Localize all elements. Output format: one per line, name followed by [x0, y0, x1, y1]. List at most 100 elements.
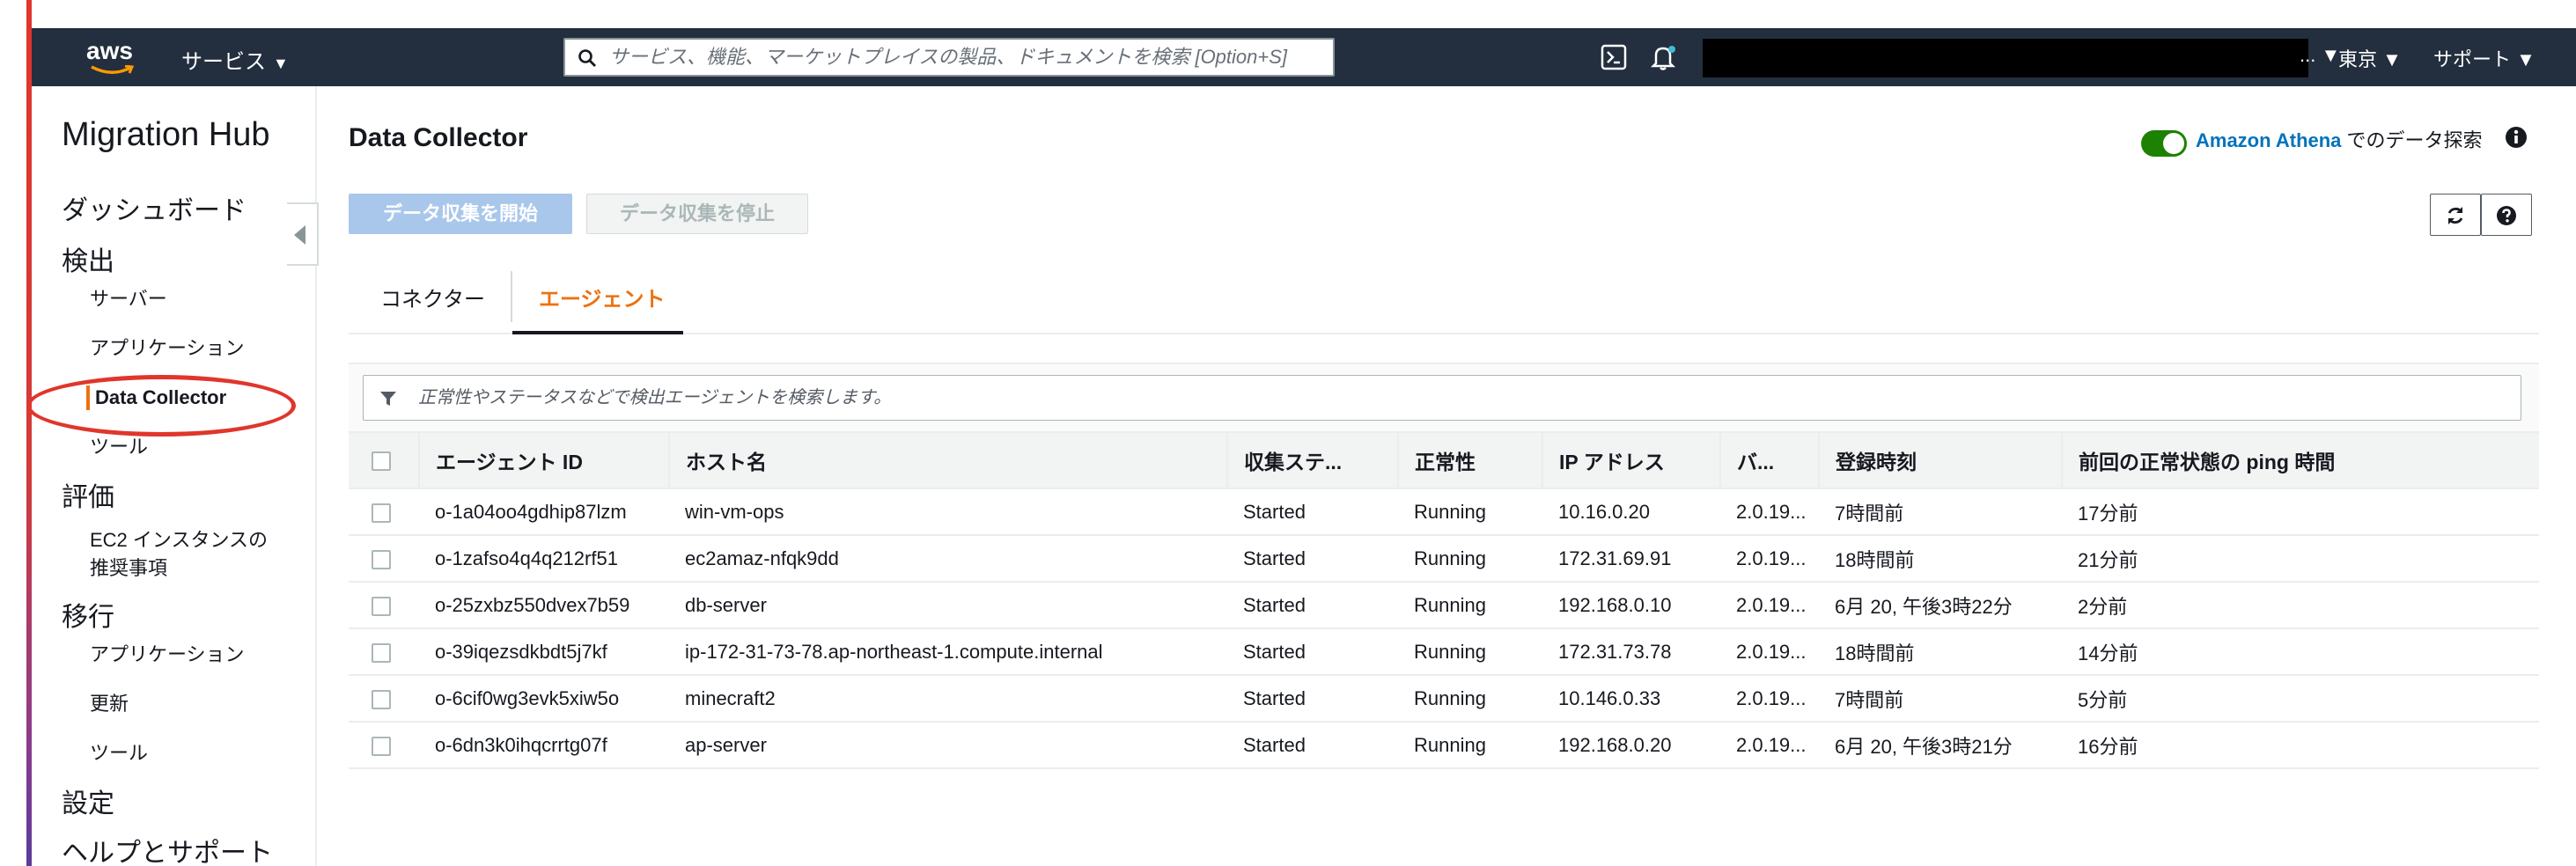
global-search[interactable] — [563, 38, 1335, 77]
sidebar-item-ec2-recommendations-line2[interactable]: 推奨事項 — [90, 554, 167, 583]
sidebar-item-help-support[interactable]: ヘルプとサポート — [62, 831, 273, 866]
sidebar-item-dashboard[interactable]: ダッシュボード — [62, 188, 247, 227]
row-checkbox-cell — [349, 488, 419, 535]
sidebar-collapse-button[interactable] — [287, 202, 319, 266]
cell-agent-id: o-25zxbz550dvex7b59 — [435, 593, 630, 616]
tab-agents[interactable]: エージェント — [539, 282, 666, 312]
cell-collection-status: Started — [1243, 547, 1306, 569]
cell-registered-time: 7時間前 — [1835, 502, 1904, 525]
row-checkbox[interactable] — [372, 689, 391, 709]
cell-health: Running — [1414, 593, 1486, 616]
sidebar-item-discover-tools[interactable]: ツール — [90, 433, 148, 461]
sidebar-title: Migration Hub — [62, 116, 270, 153]
support-menu[interactable]: サポート ▼ — [2433, 44, 2536, 72]
cell-hostname: ap-server — [685, 733, 767, 756]
cell-agent-id: o-6cif0wg3evk5xiw5o — [435, 686, 620, 709]
table-row[interactable]: o-1zafso4q4q212rf51 ec2amaz-nfqk9dd Star… — [349, 535, 2539, 582]
sidebar-item-applications[interactable]: アプリケーション — [90, 334, 245, 363]
account-menu-caret[interactable]: ... ▼ — [2300, 44, 2340, 67]
sidebar-heading-migrate: 移行 — [62, 603, 114, 632]
cell-collection-status: Started — [1243, 686, 1306, 709]
refresh-button[interactable] — [2430, 194, 2481, 236]
cell-last-ping: 17分前 — [2078, 502, 2138, 525]
agent-filter-input[interactable] — [418, 383, 2496, 413]
row-checkbox[interactable] — [372, 549, 391, 569]
cell-ip-address: 10.16.0.20 — [1558, 500, 1650, 523]
tab-connectors[interactable]: コネクター — [380, 282, 485, 312]
sidebar-item-migrate-applications[interactable]: アプリケーション — [90, 641, 245, 669]
cell-hostname: ip-172-31-73-78.ap-northeast-1.compute.i… — [685, 640, 1103, 663]
notifications-bell-icon[interactable] — [1648, 42, 1678, 72]
column-header-hostname[interactable]: ホスト名 — [669, 431, 1228, 489]
column-header-agent-id[interactable]: エージェント ID — [419, 431, 670, 489]
select-all-checkbox[interactable] — [372, 451, 391, 472]
sidebar-item-data-collector[interactable]: Data Collector — [85, 384, 226, 412]
row-checkbox[interactable] — [372, 736, 391, 756]
table-row[interactable]: o-6dn3k0ihqcrrtg07f ap-server Started Ru… — [349, 722, 2539, 768]
sidebar-item-updates[interactable]: 更新 — [90, 690, 129, 718]
sidebar-item-ec2-recommendations-line1[interactable]: EC2 インスタンスの — [90, 526, 268, 554]
cell-collection-status: Started — [1243, 640, 1306, 663]
frame-top — [0, 0, 2576, 28]
filter-icon — [380, 392, 396, 406]
help-button[interactable] — [2481, 194, 2532, 236]
info-icon[interactable] — [2504, 125, 2528, 150]
cell-version: 2.0.19... — [1736, 547, 1807, 569]
agents-table: エージェント ID ホスト名 収集ステ... 正常性 IP アドレス バ... … — [349, 431, 2539, 769]
cell-health: Running — [1414, 500, 1486, 523]
table-row[interactable]: o-39iqezsdkbdt5j7kf ip-172-31-73-78.ap-n… — [349, 628, 2539, 675]
collapse-left-icon — [294, 225, 305, 245]
services-menu[interactable]: サービス ▼ — [181, 44, 289, 75]
row-checkbox[interactable] — [372, 503, 391, 523]
athena-link[interactable]: Amazon Athena — [2196, 129, 2341, 151]
column-header-registered-time[interactable]: 登録時刻 — [1819, 431, 2063, 489]
stop-data-collection-button[interactable]: データ収集を停止 — [586, 194, 808, 234]
column-header-last-ping[interactable]: 前回の正常状態の ping 時間 — [2062, 431, 2539, 489]
table-row[interactable]: o-6cif0wg3evk5xiw5o minecraft2 Started R… — [349, 675, 2539, 722]
cell-agent-id: o-6dn3k0ihqcrrtg07f — [435, 733, 607, 756]
tab-bar: コネクター エージェント — [349, 261, 2539, 334]
sidebar-heading-assess: 評価 — [62, 483, 114, 512]
cell-health: Running — [1414, 733, 1486, 756]
column-header-version[interactable]: バ... — [1720, 431, 1820, 489]
search-input[interactable] — [609, 43, 1322, 71]
aws-smile-icon — [91, 65, 134, 74]
athena-suffix: でのデータ探索 — [2341, 129, 2483, 151]
account-name-redacted[interactable] — [1703, 39, 2308, 77]
cell-agent-id: o-1zafso4q4q212rf51 — [435, 547, 618, 569]
row-checkbox[interactable] — [372, 642, 391, 663]
table-row[interactable]: o-1a04oo4gdhip87lzm win-vm-ops Started R… — [349, 488, 2539, 535]
aws-logo-text: aws — [86, 37, 133, 64]
column-header-health[interactable]: 正常性 — [1398, 431, 1543, 489]
athena-label: Amazon Athena でのデータ探索 — [2196, 125, 2483, 153]
agent-filter[interactable] — [363, 375, 2521, 421]
row-checkbox-cell — [349, 582, 419, 628]
cell-ip-address: 192.168.0.20 — [1558, 733, 1672, 756]
row-checkbox[interactable] — [372, 596, 391, 616]
row-checkbox-cell — [349, 535, 419, 582]
aws-logo[interactable]: aws — [86, 37, 143, 76]
region-selector[interactable]: 東京 ▼ — [2338, 44, 2402, 72]
cell-version: 2.0.19... — [1736, 593, 1807, 616]
cloudshell-icon[interactable] — [1599, 42, 1629, 72]
row-checkbox-cell — [349, 722, 419, 768]
sidebar-heading-discover: 検出 — [62, 247, 114, 276]
athena-toggle[interactable] — [2141, 130, 2187, 157]
start-data-collection-button[interactable]: データ収集を開始 — [349, 194, 572, 234]
cell-registered-time: 6月 20, 午後3時22分 — [1835, 595, 2013, 618]
cell-health: Running — [1414, 640, 1486, 663]
cell-version: 2.0.19... — [1736, 500, 1807, 523]
column-header-collection-status[interactable]: 収集ステ... — [1227, 431, 1399, 489]
cell-last-ping: 2分前 — [2078, 595, 2128, 618]
agents-table-container: エージェント ID ホスト名 収集ステ... 正常性 IP アドレス バ... … — [349, 363, 2539, 769]
cell-health: Running — [1414, 686, 1486, 709]
sidebar-item-settings[interactable]: 設定 — [62, 782, 114, 820]
caret-down-icon: ▼ — [273, 55, 289, 72]
cell-collection-status: Started — [1243, 733, 1306, 756]
frame-left — [0, 0, 32, 866]
sidebar-item-servers[interactable]: サーバー — [90, 285, 167, 313]
table-row[interactable]: o-25zxbz550dvex7b59 db-server Started Ru… — [349, 582, 2539, 628]
column-header-ip-address[interactable]: IP アドレス — [1542, 431, 1721, 489]
cell-registered-time: 6月 20, 午後3時21分 — [1835, 735, 2013, 758]
sidebar-item-migrate-tools[interactable]: ツール — [90, 739, 148, 767]
